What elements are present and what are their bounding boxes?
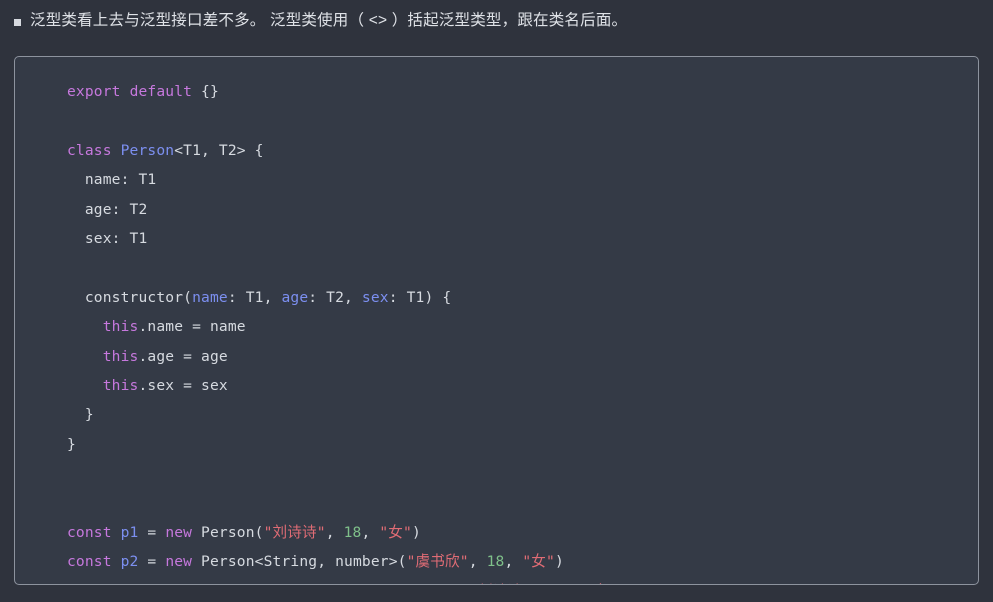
code-token: const bbox=[67, 583, 112, 584]
code-token: this bbox=[102, 347, 139, 365]
note-text: 泛型类看上去与泛型接口差不多。 泛型类使用（ <> ）括起泛型类型，跟在类名后面… bbox=[30, 12, 628, 29]
code-line: constructor(name: T1, age: T2, sex: T1) … bbox=[67, 283, 978, 312]
code-token: , bbox=[468, 553, 487, 571]
code-token: } bbox=[67, 406, 94, 424]
code-token: Person( bbox=[398, 583, 470, 584]
code-token: ) bbox=[411, 523, 421, 541]
code-token: new bbox=[165, 553, 193, 571]
code-line: this.sex = sex bbox=[67, 371, 978, 400]
code-token: new bbox=[371, 583, 398, 584]
code-token: .name = name bbox=[138, 318, 246, 336]
code-line: export default {} bbox=[67, 77, 978, 106]
code-token: age: T2 bbox=[67, 200, 148, 218]
code-token: constructor( bbox=[67, 288, 193, 306]
code-token: class bbox=[67, 141, 112, 159]
code-token: "女" bbox=[379, 523, 412, 541]
code-token: 18 bbox=[343, 523, 362, 541]
code-token: p1 bbox=[120, 523, 139, 541]
code-token: name: T1 bbox=[67, 171, 157, 189]
code-token: "女" bbox=[522, 553, 555, 571]
code-token: , bbox=[567, 583, 585, 584]
code-token: 18 bbox=[486, 553, 505, 571]
code-token: .age = age bbox=[138, 347, 228, 365]
code-token: Person( bbox=[192, 523, 264, 541]
code-line: const p1 = new Person("刘诗诗", 18, "女") bbox=[67, 518, 978, 547]
code-token: "刘诗诗" bbox=[469, 583, 531, 584]
code-token: = bbox=[138, 553, 166, 571]
code-line: const p2 = new Person<String, number>("虞… bbox=[67, 547, 978, 576]
code-token: , bbox=[361, 523, 380, 541]
note-bullet-item: 泛型类看上去与泛型接口差不多。 泛型类使用（ <> ）括起泛型类型，跟在类名后面… bbox=[0, 0, 993, 44]
code-lines-container[interactable]: export default {} class Person<T1, T2> {… bbox=[15, 77, 978, 584]
code-token: :Person<String, number> = bbox=[139, 583, 371, 584]
code-token: new bbox=[165, 523, 193, 541]
code-line: sex: T1 bbox=[67, 224, 978, 253]
code-block: export default {} class Person<T1, T2> {… bbox=[14, 56, 979, 585]
code-token: Person bbox=[120, 141, 175, 159]
code-token: const bbox=[67, 523, 112, 541]
code-line: name: T1 bbox=[67, 165, 978, 194]
code-line: } bbox=[67, 400, 978, 429]
code-token: <T1, T2> { bbox=[174, 141, 264, 159]
code-line: } bbox=[67, 430, 978, 459]
code-token: 18 bbox=[549, 583, 567, 584]
code-token: sex: T1 bbox=[67, 229, 148, 247]
code-token: age bbox=[281, 288, 309, 306]
code-token: .sex = sex bbox=[138, 376, 228, 394]
code-token: = bbox=[138, 523, 166, 541]
code-token: const bbox=[67, 553, 112, 571]
code-token: default bbox=[129, 83, 193, 100]
code-token: : T1) { bbox=[388, 288, 452, 306]
code-token: , bbox=[325, 523, 344, 541]
code-token: {} bbox=[192, 83, 219, 100]
code-line: this.age = age bbox=[67, 342, 978, 371]
code-token: this bbox=[102, 376, 139, 394]
code-token: sex bbox=[361, 288, 389, 306]
code-token: ) bbox=[554, 553, 564, 571]
code-token: "虞书欣" bbox=[406, 553, 469, 571]
code-token: name bbox=[192, 288, 228, 306]
code-token: ) bbox=[618, 583, 627, 584]
code-token: : T2, bbox=[308, 288, 362, 306]
code-line: age: T2 bbox=[67, 195, 978, 224]
square-bullet-icon bbox=[14, 19, 21, 26]
code-token: "女" bbox=[585, 583, 618, 584]
code-token: p2 bbox=[120, 553, 139, 571]
code-token: "刘诗诗" bbox=[263, 523, 326, 541]
code-line: this.name = name bbox=[67, 312, 978, 341]
code-token: , bbox=[504, 553, 523, 571]
code-token: : T1, bbox=[227, 288, 282, 306]
code-token: , bbox=[531, 583, 549, 584]
code-token: export bbox=[67, 83, 121, 100]
code-token: Person<String, number>( bbox=[192, 553, 407, 571]
code-token: p3 bbox=[121, 583, 139, 584]
code-line: class Person<T1, T2> { bbox=[67, 136, 978, 165]
code-line: const p3:Person<String, number> = new Pe… bbox=[67, 577, 978, 584]
code-token: } bbox=[67, 435, 76, 453]
code-token: this bbox=[102, 318, 139, 336]
